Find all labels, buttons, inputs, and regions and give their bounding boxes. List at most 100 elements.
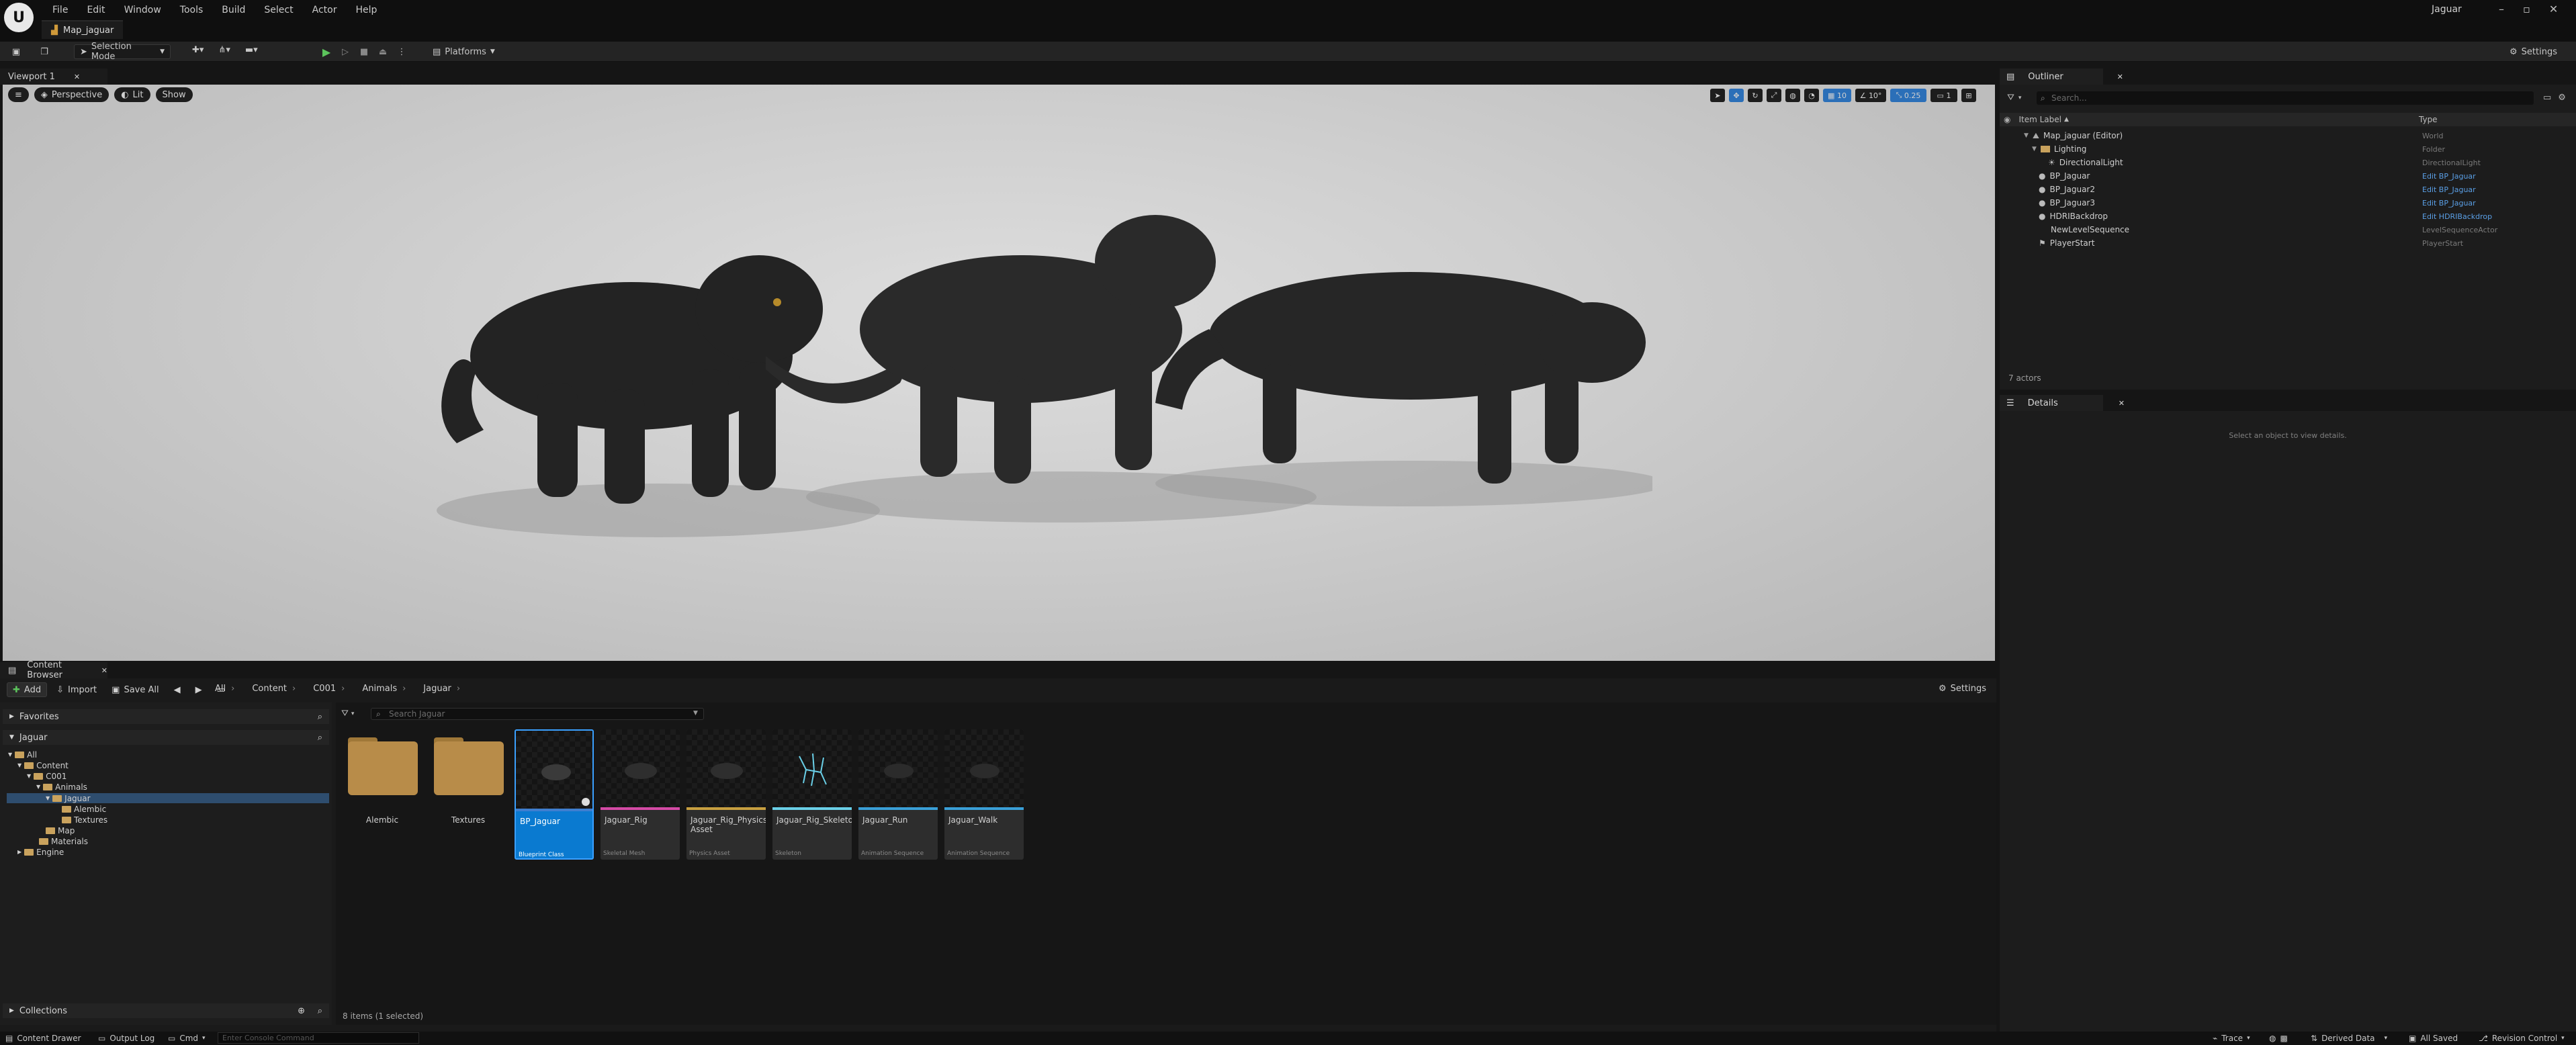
scale-tool-icon[interactable]: ⤢ bbox=[1767, 89, 1781, 102]
search-icon[interactable]: ⌕ bbox=[318, 712, 322, 722]
expand-icon[interactable]: ▼ bbox=[2024, 132, 2029, 139]
rotate-tool-icon[interactable]: ↻ bbox=[1748, 89, 1763, 102]
lit-button[interactable]: ◐ Lit bbox=[114, 87, 150, 102]
output-log-button[interactable]: ▭ Output Log bbox=[98, 1033, 154, 1044]
tree-item-c001[interactable]: ▼ C001 bbox=[27, 771, 66, 781]
menu-edit[interactable]: Edit bbox=[77, 5, 114, 15]
history-back-icon[interactable]: ◀ bbox=[169, 682, 186, 697]
close-icon[interactable]: ✕ bbox=[2117, 73, 2123, 81]
edit-blueprint-link[interactable]: Edit BP_Jaguar bbox=[2422, 185, 2476, 194]
menu-window[interactable]: Window bbox=[115, 5, 171, 15]
save-icon[interactable]: ▣ bbox=[9, 45, 23, 58]
tree-item-engine[interactable]: ▶ Engine bbox=[17, 847, 64, 857]
folder-tile-alembic[interactable]: Alembic bbox=[343, 729, 422, 860]
select-tool-icon[interactable]: ➤ bbox=[1710, 89, 1725, 102]
menu-build[interactable]: Build bbox=[212, 5, 255, 15]
outliner-tab[interactable]: ▤ Outliner ✕ bbox=[2000, 69, 2123, 85]
menu-help[interactable]: Help bbox=[346, 5, 386, 15]
edit-blueprint-link[interactable]: Edit BP_Jaguar bbox=[2422, 172, 2476, 181]
stop-icon[interactable]: ■ bbox=[357, 45, 371, 58]
asset-tile-jaguar-run[interactable]: Jaguar_Run Animation Sequence bbox=[858, 729, 938, 860]
asset-search-input[interactable]: Search Jaguar bbox=[371, 708, 704, 720]
collections-header[interactable]: ▶ Collections ⊕ ⌕ bbox=[3, 1003, 329, 1018]
maximize-viewport-icon[interactable]: ⊞ bbox=[1961, 89, 1976, 102]
tree-item-map[interactable]: Map bbox=[46, 825, 75, 835]
perspective-button[interactable]: ◈ Perspective bbox=[34, 87, 109, 102]
tree-item-all[interactable]: ▼ All bbox=[8, 749, 37, 760]
settings-button[interactable]: ⚙ Settings bbox=[2504, 44, 2563, 59]
outliner-row[interactable]: ⚑ PlayerStart bbox=[2000, 236, 2576, 250]
viewport-menu-icon[interactable]: ≡ bbox=[8, 87, 29, 102]
project-root-header[interactable]: ▼ Jaguar ⌕ bbox=[3, 730, 329, 745]
image-icon[interactable]: ▩ bbox=[2280, 1034, 2287, 1043]
type-column[interactable]: Type bbox=[2419, 115, 2438, 124]
import-button[interactable]: ⇩ Import bbox=[51, 682, 102, 697]
breadcrumb-item[interactable]: Jaguar bbox=[423, 684, 451, 694]
menu-file[interactable]: File bbox=[43, 5, 77, 15]
outliner-search-input[interactable]: Search... bbox=[2037, 91, 2534, 105]
tree-item-materials[interactable]: Materials bbox=[39, 836, 88, 846]
tree-item-content[interactable]: ▼ Content bbox=[17, 760, 69, 770]
content-browser-tab[interactable]: ▤ Content Browser ✕ bbox=[0, 660, 107, 680]
asset-tile-jaguar-rig-skeleton[interactable]: Jaguar_Rig_Skeleton Skeleton bbox=[772, 729, 852, 860]
search-icon[interactable]: ⌕ bbox=[318, 1006, 322, 1016]
grid-snap-toggle[interactable]: ▦ 10 bbox=[1823, 89, 1851, 102]
edit-blueprint-link[interactable]: Edit HDRIBackdrop bbox=[2422, 212, 2492, 221]
maximize-icon[interactable]: ▫ bbox=[2523, 3, 2530, 15]
outliner-row[interactable]: ☀ DirectionalLight bbox=[2000, 156, 2576, 169]
add-actor-icon[interactable]: ✚▾ bbox=[192, 45, 204, 55]
item-label-column[interactable]: Item Label bbox=[2018, 115, 2061, 124]
content-browser-settings-button[interactable]: ⚙ Settings bbox=[1939, 684, 1986, 694]
breadcrumb-item[interactable]: All bbox=[215, 684, 226, 694]
edit-blueprint-link[interactable]: Edit BP_Jaguar bbox=[2422, 199, 2476, 208]
close-icon[interactable]: ✕ bbox=[2119, 399, 2125, 408]
show-button[interactable]: Show bbox=[155, 87, 193, 102]
map-tab[interactable]: ▟ Map_jaguar bbox=[42, 20, 124, 39]
console-command-input[interactable]: Enter Console Command bbox=[218, 1032, 419, 1044]
network-icon[interactable]: ◍ bbox=[2269, 1034, 2276, 1043]
chevron-down-icon[interactable]: ▼ bbox=[693, 710, 698, 717]
save-all-button[interactable]: ▣ Save All bbox=[106, 682, 164, 697]
revision-control-dropdown[interactable]: ⎇ Revision Control ▾ bbox=[2479, 1033, 2565, 1044]
browse-icon[interactable]: ❐ bbox=[38, 45, 51, 58]
viewport-tab[interactable]: Viewport 1 ✕ bbox=[0, 69, 107, 85]
breadcrumb-item[interactable]: Content bbox=[252, 684, 287, 694]
history-forward-icon[interactable]: ▶ bbox=[190, 682, 208, 697]
platforms-dropdown[interactable]: ▤ Platforms ▼ bbox=[427, 44, 500, 59]
visibility-icon[interactable]: ◉ bbox=[2004, 115, 2010, 124]
move-tool-icon[interactable]: ✥ bbox=[1729, 89, 1744, 102]
asset-tile-jaguar-walk[interactable]: Jaguar_Walk Animation Sequence bbox=[944, 729, 1024, 860]
outliner-row[interactable]: ● BP_Jaguar3 bbox=[2000, 196, 2576, 210]
more-options-icon[interactable]: ⋮ bbox=[395, 45, 408, 58]
favorites-header[interactable]: ▶ Favorites ⌕ bbox=[3, 709, 329, 724]
close-icon[interactable]: ✕ bbox=[101, 666, 107, 675]
close-icon[interactable]: ✕ bbox=[2549, 3, 2558, 15]
search-icon[interactable]: ⌕ bbox=[318, 733, 322, 743]
close-icon[interactable]: ✕ bbox=[74, 73, 80, 81]
eject-icon[interactable]: ⏏ bbox=[376, 45, 390, 58]
all-saved-button[interactable]: ▣ All Saved bbox=[2409, 1033, 2458, 1044]
menu-select[interactable]: Select bbox=[255, 5, 302, 15]
outliner-row[interactable]: ▼ Lighting bbox=[2000, 142, 2576, 156]
add-collection-icon[interactable]: ⊕ bbox=[298, 1006, 305, 1016]
tree-item-alembic[interactable]: Alembic bbox=[62, 804, 106, 814]
folder-tile-textures[interactable]: Textures bbox=[429, 729, 508, 860]
selection-mode-dropdown[interactable]: ➤ Selection Mode ▼ bbox=[74, 42, 171, 62]
outliner-filter-button[interactable]: ⛛ ▾ bbox=[2007, 93, 2021, 103]
minimize-icon[interactable]: – bbox=[2499, 3, 2504, 15]
asset-tile-jaguar-rig[interactable]: Jaguar_Rig Skeletal Mesh bbox=[601, 729, 680, 860]
cmd-dropdown[interactable]: ▭ Cmd ▾ bbox=[168, 1033, 206, 1044]
step-icon[interactable]: ▷ bbox=[339, 45, 352, 58]
asset-tile-bp-jaguar[interactable]: BP_Jaguar Blueprint Class bbox=[515, 729, 594, 860]
tree-item-jaguar[interactable]: ▼ Jaguar bbox=[46, 793, 91, 803]
play-icon[interactable]: ▶ bbox=[320, 45, 333, 58]
asset-tile-jaguar-rig-physics-asset[interactable]: Jaguar_Rig_Physics Asset Physics Asset bbox=[686, 729, 766, 860]
new-folder-icon[interactable]: ▭ bbox=[2543, 93, 2551, 103]
outliner-row[interactable]: ▼ ⛰ Map_jaguar (Editor) bbox=[2000, 129, 2576, 142]
outliner-row[interactable]: ● BP_Jaguar2 bbox=[2000, 183, 2576, 196]
derived-data-dropdown[interactable]: ⇅ Derived Data ▾ bbox=[2311, 1033, 2387, 1044]
menu-actor[interactable]: Actor bbox=[303, 5, 347, 15]
trace-dropdown[interactable]: ⌁ Trace ▾ bbox=[2213, 1033, 2250, 1044]
tree-item-animals[interactable]: ▼ Animals bbox=[36, 782, 87, 792]
unreal-logo-icon[interactable]: U bbox=[4, 3, 34, 32]
